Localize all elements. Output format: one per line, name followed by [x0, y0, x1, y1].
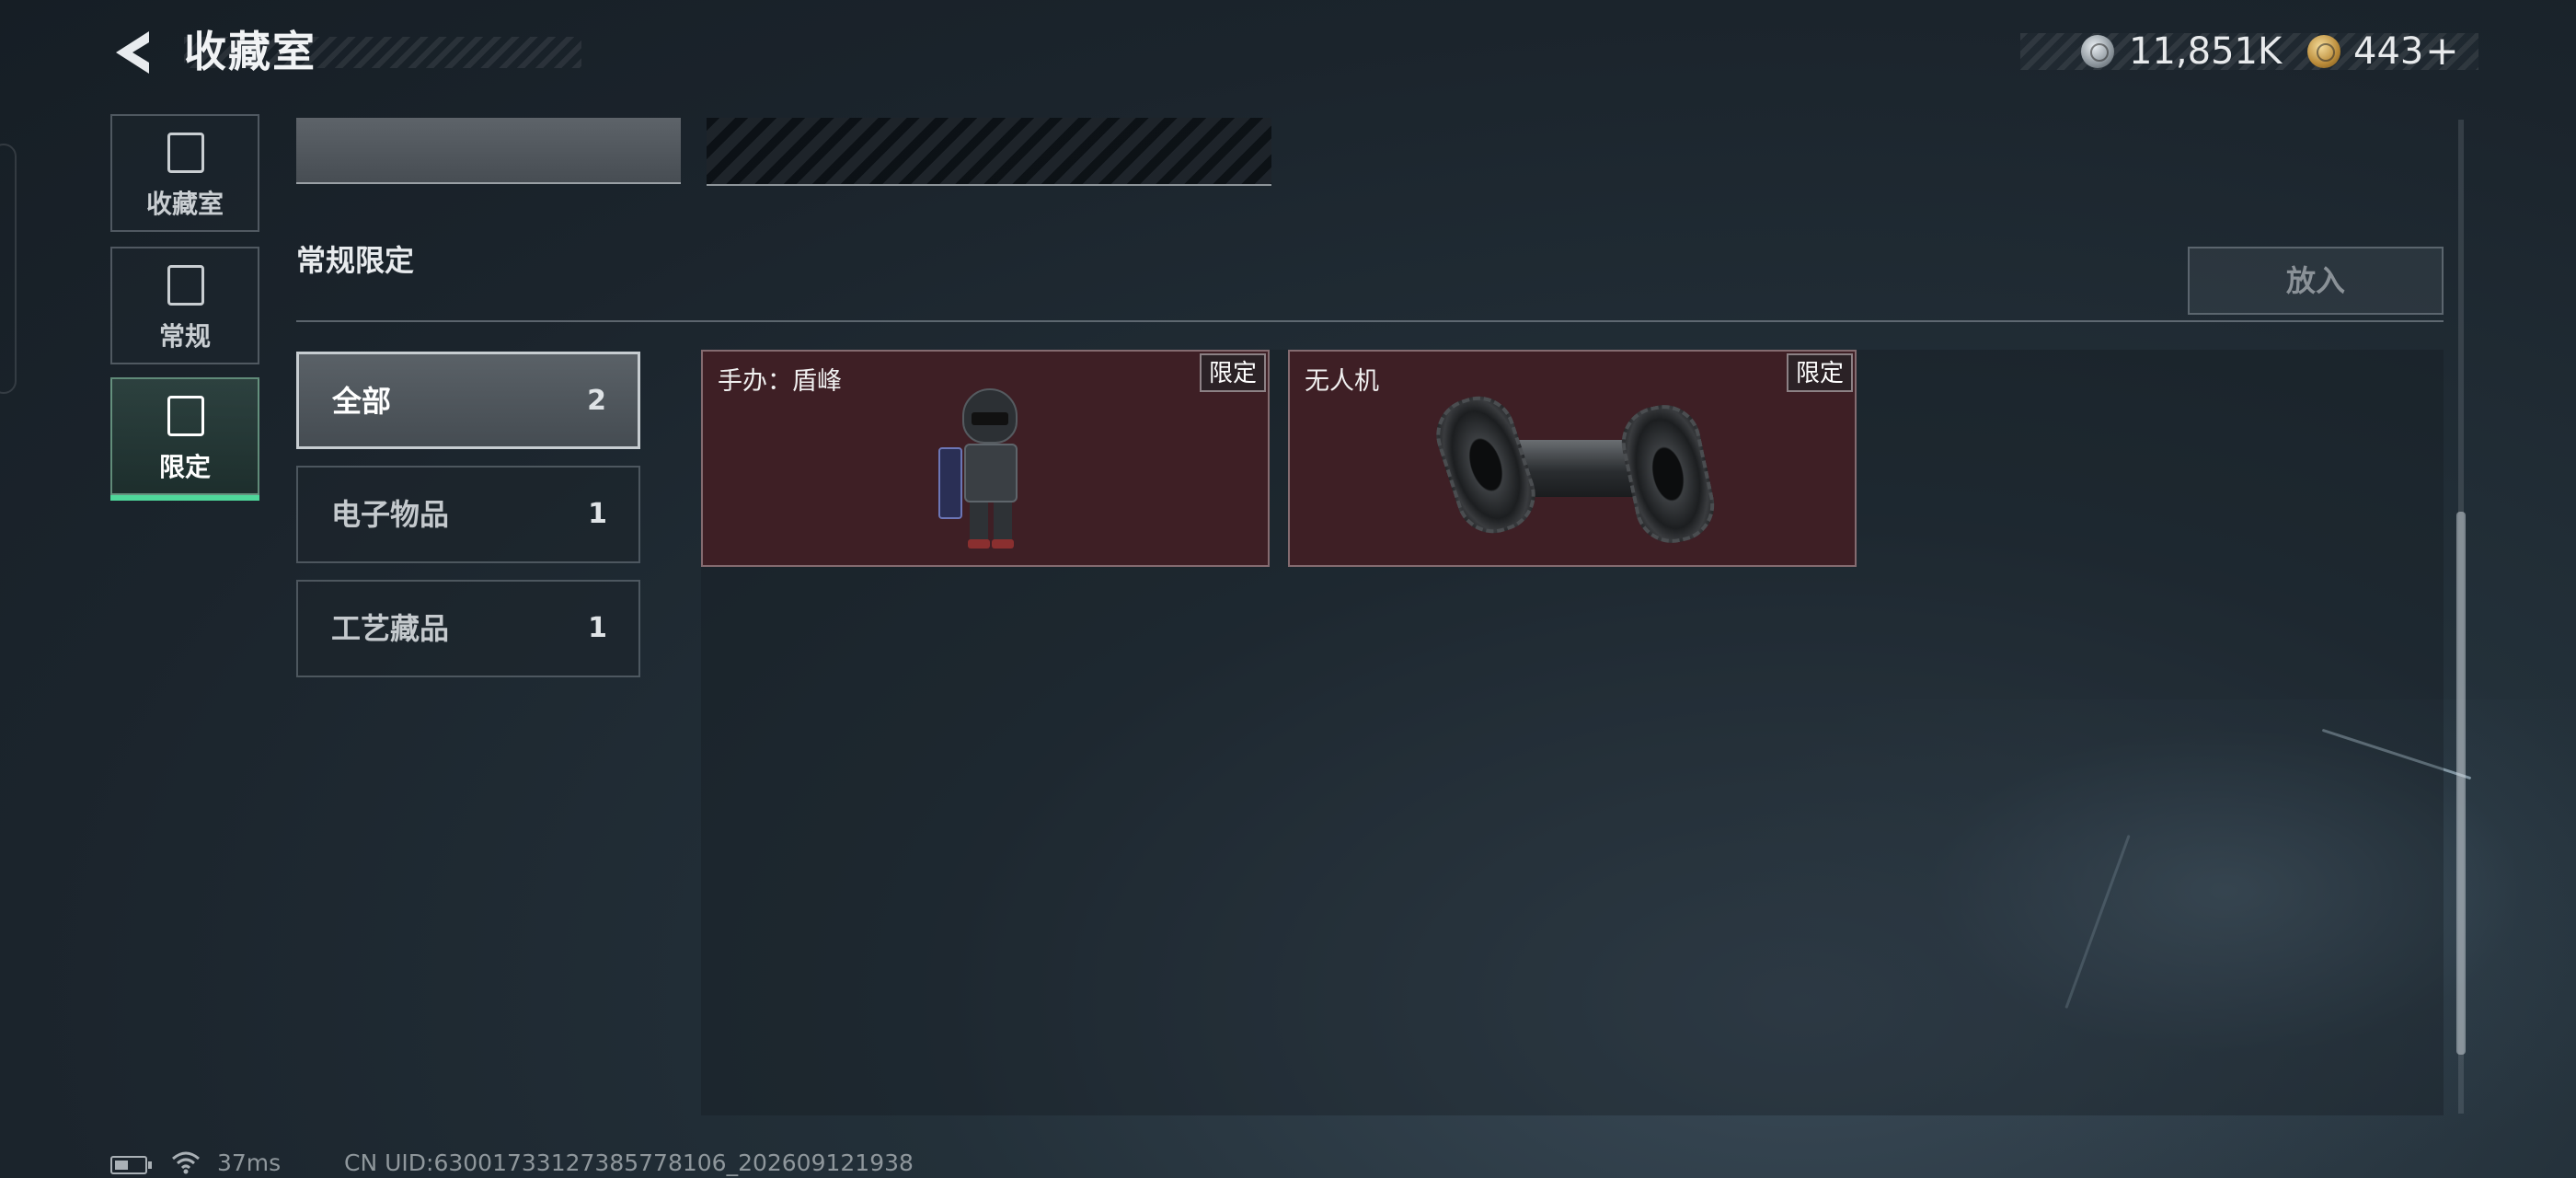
shield-figure-image: [938, 388, 1040, 554]
add-currency-button[interactable]: +: [2425, 28, 2459, 75]
filter-crafts[interactable]: 工艺藏品 1: [296, 580, 640, 677]
place-button[interactable]: 放入: [2188, 247, 2444, 315]
back-button[interactable]: [109, 28, 158, 77]
section-title: 常规限定: [296, 243, 415, 278]
display-slot[interactable]: [296, 118, 681, 184]
page-title: 收藏室: [184, 27, 316, 76]
item-card-shield-figure[interactable]: 手办：盾峰 限定: [701, 350, 1270, 567]
ping-text: 37ms: [217, 1149, 282, 1176]
sidebar-item-label: 收藏室: [145, 189, 224, 219]
sidebar-item-label: 常规: [158, 321, 211, 352]
filter-label: 电子物品: [331, 497, 450, 532]
limited-icon: [167, 396, 204, 436]
gold-currency-amount: 443: [2353, 30, 2424, 73]
back-arrow-icon: [116, 31, 149, 74]
gold-coin-icon: [2307, 35, 2340, 68]
filter-count: 2: [587, 385, 606, 417]
sidebar-item-label: 限定: [158, 452, 211, 482]
filter-label: 全部: [332, 384, 392, 419]
scrollbar-thumb[interactable]: [2456, 512, 2466, 1055]
wifi-icon: [171, 1150, 201, 1174]
uid-text: CN UID:6300173312738577810​6_20260912193…: [344, 1149, 914, 1176]
regular-icon: [167, 265, 204, 306]
filter-all[interactable]: 全部 2: [296, 352, 640, 449]
edge-drawer-handle[interactable]: [0, 144, 17, 394]
silver-currency-amount: 11,851K: [2129, 30, 2283, 73]
collection-icon: [167, 133, 204, 173]
sidebar-item-limited[interactable]: 限定: [110, 377, 259, 501]
limited-badge: 限定: [1199, 353, 1266, 392]
filter-electronics[interactable]: 电子物品 1: [296, 466, 640, 563]
item-name: 手办：盾峰: [718, 367, 842, 396]
section-divider: [296, 320, 2444, 322]
sidebar-item-regular[interactable]: 常规: [110, 247, 259, 364]
sidebar-item-collection[interactable]: 收藏室: [110, 114, 259, 232]
display-slot-empty[interactable]: [707, 118, 1271, 186]
drone-image: [1426, 385, 1721, 550]
item-card-drone[interactable]: 无人机 限定: [1288, 350, 1857, 567]
active-tab-indicator: [110, 495, 259, 501]
limited-badge: 限定: [1786, 353, 1853, 392]
battery-tip: [148, 1161, 152, 1169]
filter-label: 工艺藏品: [331, 611, 450, 646]
filter-count: 1: [588, 498, 607, 530]
filter-count: 1: [588, 612, 607, 644]
silver-coin-icon: [2081, 35, 2114, 68]
battery-icon: [110, 1156, 147, 1174]
item-name: 无人机: [1305, 367, 1379, 396]
